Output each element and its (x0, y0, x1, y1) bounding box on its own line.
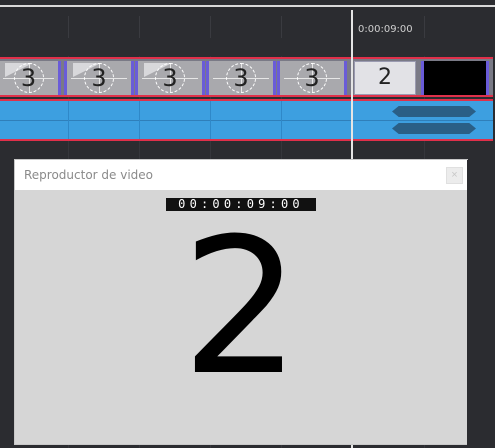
clip-digit: 3 (304, 64, 320, 92)
timeline-top-border (0, 5, 495, 7)
player-titlebar[interactable]: Reproductor de video × (15, 160, 467, 190)
playhead-time-label: 0:00:09:00 (358, 24, 413, 35)
ruler-tick (68, 16, 69, 38)
video-track[interactable]: 3 3 3 3 3 2 (0, 57, 493, 97)
ruler-tick (210, 16, 211, 38)
video-clip[interactable]: 3 (64, 61, 134, 95)
clip-digit: 3 (162, 64, 178, 92)
close-icon: × (451, 169, 458, 181)
video-clip[interactable]: 3 (277, 61, 347, 95)
ruler-tick (424, 16, 425, 38)
video-clip[interactable]: 3 (206, 61, 276, 95)
clip-digit: 3 (233, 64, 249, 92)
audio-segment-line (210, 101, 211, 139)
clip-digit: 3 (20, 64, 37, 92)
video-frame-number: 2 (181, 198, 301, 417)
video-player-window: Reproductor de video × 00:00:09:00 2 (15, 160, 467, 444)
ruler-tick (139, 16, 140, 38)
video-clip[interactable]: 3 (0, 61, 61, 95)
audio-waveform (392, 106, 476, 117)
current-video-clip[interactable]: 2 (354, 61, 416, 95)
close-button[interactable]: × (446, 167, 463, 184)
audio-segment-line (139, 101, 140, 139)
clip-digit: 2 (378, 65, 392, 90)
ruler-tick (281, 16, 282, 38)
audio-track[interactable] (0, 99, 493, 141)
black-video-clip[interactable] (421, 61, 489, 95)
audio-channel-divider (0, 120, 493, 121)
audio-segment-line (68, 101, 69, 139)
audio-waveform (392, 123, 476, 134)
audio-segment-line (281, 101, 282, 139)
player-title: Reproductor de video (24, 168, 154, 182)
video-clip[interactable]: 3 (135, 61, 205, 95)
clip-digit: 3 (91, 64, 107, 92)
player-right-gap (467, 160, 469, 448)
time-ruler[interactable] (0, 8, 495, 56)
